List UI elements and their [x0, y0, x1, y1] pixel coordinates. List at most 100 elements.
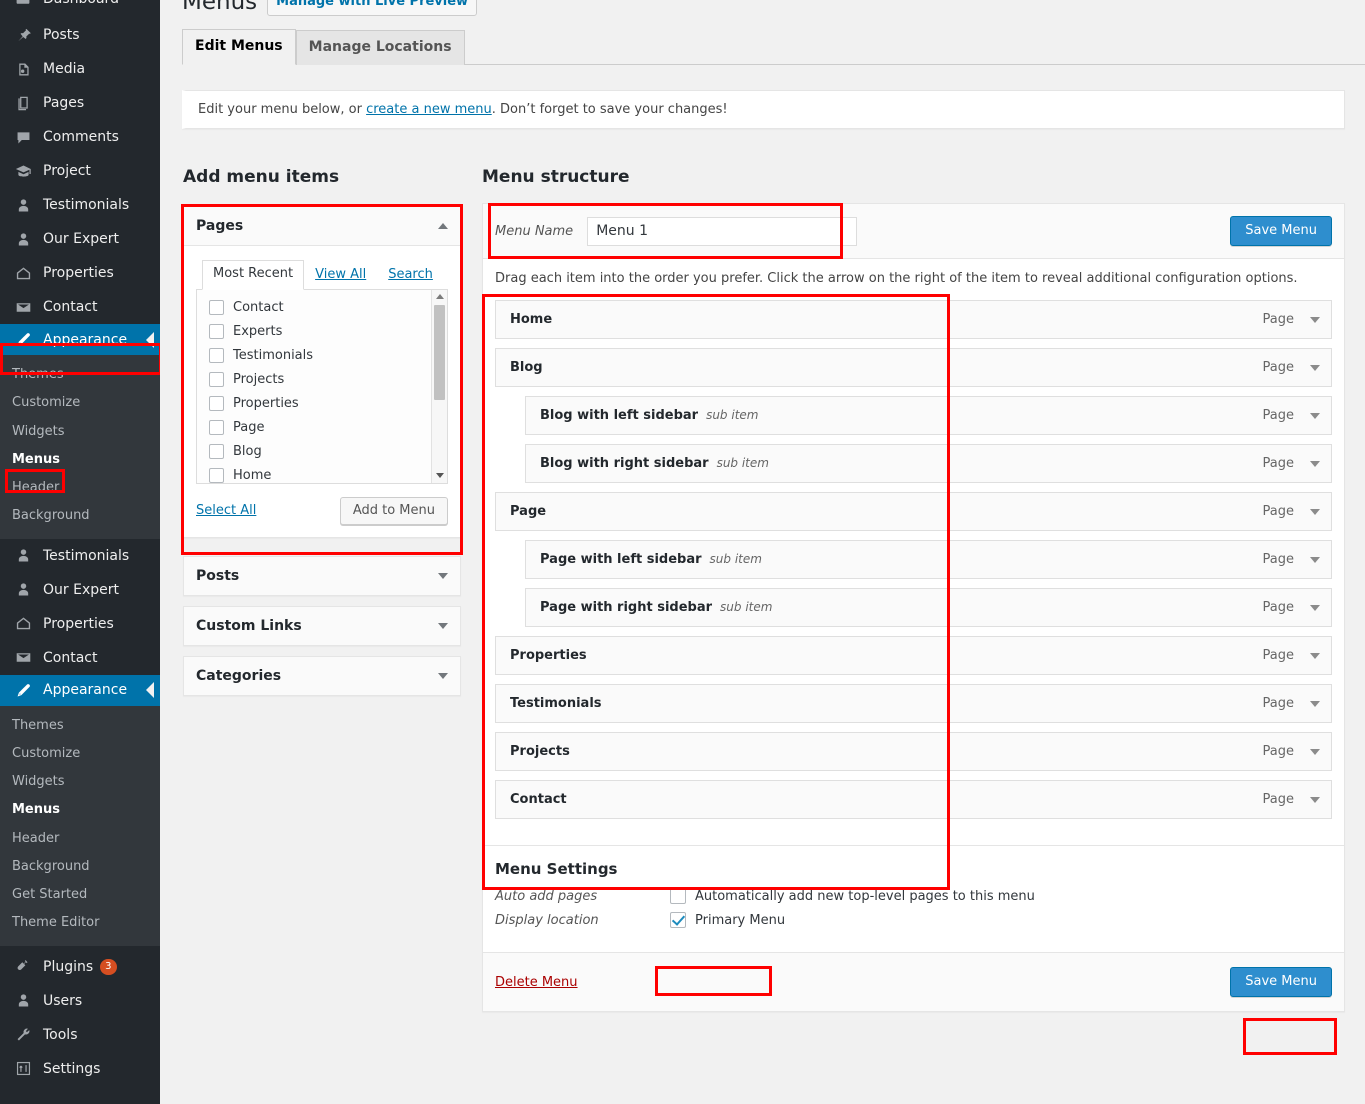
checkbox-testimonials[interactable]	[209, 348, 224, 364]
sidebar-subitem-menus[interactable]: Menus	[0, 446, 160, 474]
chevron-down-icon[interactable]	[1310, 652, 1320, 659]
posts-panel-header[interactable]: Posts	[184, 556, 460, 595]
select-all-link[interactable]: Select All	[196, 503, 256, 518]
tab-view-all[interactable]: View All	[304, 261, 377, 290]
list-item[interactable]: Home	[209, 464, 447, 483]
manage-with-live-preview-button[interactable]: Manage with Live Preview	[267, 0, 478, 16]
sidebar-item-media[interactable]: Media	[0, 52, 160, 86]
sidebar-subitem-background[interactable]: Background	[0, 502, 160, 530]
menu-item-properties[interactable]: Properties Page	[495, 636, 1332, 675]
sidebar-subitem-customize[interactable]: Customize	[0, 389, 160, 417]
sidebar-item-contact[interactable]: Contact	[0, 290, 160, 324]
auto-add-pages-control[interactable]: Automatically add new top-level pages to…	[670, 888, 1035, 904]
add-to-menu-button[interactable]: Add to Menu	[339, 496, 448, 525]
tab-edit-menus[interactable]: Edit Menus	[182, 29, 296, 65]
sidebar-item-posts[interactable]: Posts	[0, 18, 160, 52]
scrollbar-thumb[interactable]	[434, 304, 445, 400]
sidebar-item-pages[interactable]: Pages	[0, 86, 160, 120]
sidebar-item-users[interactable]: Users	[0, 984, 160, 1018]
checkbox-properties[interactable]	[209, 396, 224, 412]
sidebar-item-our-expert-2[interactable]: Our Expert	[0, 573, 160, 607]
sidebar-item-our-expert[interactable]: Our Expert	[0, 222, 160, 256]
sidebar-item-testimonials-2[interactable]: Testimonials	[0, 539, 160, 573]
create-a-new-menu-link[interactable]: create a new menu	[366, 102, 492, 117]
checkbox-auto-add-pages[interactable]	[670, 888, 686, 904]
save-menu-button-bottom[interactable]: Save Menu	[1230, 967, 1332, 997]
sidebar-subitem-background-2[interactable]: Background	[0, 853, 160, 881]
sidebar-subitem-theme-editor[interactable]: Theme Editor	[0, 909, 160, 937]
scroll-up-icon[interactable]	[432, 290, 447, 304]
sidebar-item-properties[interactable]: Properties	[0, 256, 160, 290]
menu-item-blog-with-left-sidebar[interactable]: Blog with left sidebar sub item Page	[525, 396, 1332, 435]
sidebar-item-settings[interactable]: Settings	[0, 1052, 160, 1086]
sidebar-item-comments[interactable]: Comments	[0, 120, 160, 154]
sidebar-subitem-menus-2[interactable]: Menus	[0, 796, 160, 824]
menu-item-blog[interactable]: Blog Page	[495, 348, 1332, 387]
tab-manage-locations[interactable]: Manage Locations	[295, 30, 465, 65]
chevron-down-icon[interactable]	[1310, 748, 1320, 755]
sidebar-subitem-themes[interactable]: Themes	[0, 361, 160, 389]
menu-item-blog-with-right-sidebar[interactable]: Blog with right sidebar sub item Page	[525, 444, 1332, 483]
save-menu-button-top[interactable]: Save Menu	[1230, 216, 1332, 246]
chevron-down-icon[interactable]	[1310, 700, 1320, 707]
sidebar-subitem-header[interactable]: Header	[0, 474, 160, 502]
sidebar-subitem-customize-2[interactable]: Customize	[0, 740, 160, 768]
tab-search[interactable]: Search	[377, 261, 444, 290]
menu-item-page-with-left-sidebar[interactable]: Page with left sidebar sub item Page	[525, 540, 1332, 579]
sidebar-subitem-get-started[interactable]: Get Started	[0, 881, 160, 909]
menu-name-input[interactable]	[587, 216, 858, 246]
chevron-down-icon[interactable]	[1310, 412, 1320, 419]
chevron-down-icon[interactable]	[438, 572, 448, 579]
list-item[interactable]: Properties	[209, 392, 447, 416]
sidebar-subitem-widgets-2[interactable]: Widgets	[0, 768, 160, 796]
sidebar-item-properties-2[interactable]: Properties	[0, 607, 160, 641]
menu-item-testimonials[interactable]: Testimonials Page	[495, 684, 1332, 723]
checkbox-home[interactable]	[209, 468, 224, 483]
checkbox-contact[interactable]	[209, 300, 224, 316]
categories-panel-header[interactable]: Categories	[184, 656, 460, 695]
list-item[interactable]: Contact	[209, 296, 447, 320]
chevron-down-icon[interactable]	[1310, 604, 1320, 611]
list-item[interactable]: Projects	[209, 368, 447, 392]
checkbox-projects[interactable]	[209, 372, 224, 388]
list-item[interactable]: Page	[209, 416, 447, 440]
sidebar-item-tools[interactable]: Tools	[0, 1018, 160, 1052]
chevron-down-icon[interactable]	[1310, 460, 1320, 467]
delete-menu-link[interactable]: Delete Menu	[495, 975, 578, 990]
sidebar-item-appearance-2[interactable]: Appearance	[0, 674, 160, 706]
menu-item-contact[interactable]: Contact Page	[495, 780, 1332, 819]
tab-most-recent[interactable]: Most Recent	[202, 260, 305, 290]
list-item[interactable]: Experts	[209, 320, 447, 344]
pages-checklist-scrollbar[interactable]	[431, 289, 447, 483]
chevron-down-icon[interactable]	[438, 622, 448, 629]
custom-links-panel-header[interactable]: Custom Links	[184, 606, 460, 645]
chevron-up-icon[interactable]	[438, 223, 448, 229]
menu-item-page-with-right-sidebar[interactable]: Page with right sidebar sub item Page	[525, 588, 1332, 627]
checkbox-primary-menu[interactable]	[670, 912, 686, 928]
sidebar-item-contact-2[interactable]: Contact	[0, 641, 160, 675]
chevron-down-icon[interactable]	[438, 672, 448, 679]
display-location-control[interactable]: Primary Menu	[670, 912, 785, 928]
sidebar-subitem-header-2[interactable]: Header	[0, 825, 160, 853]
menu-item-projects[interactable]: Projects Page	[495, 732, 1332, 771]
chevron-down-icon[interactable]	[1310, 796, 1320, 803]
sidebar-subitem-widgets[interactable]: Widgets	[0, 418, 160, 446]
checkbox-page[interactable]	[209, 420, 224, 436]
chevron-down-icon[interactable]	[1310, 316, 1320, 323]
pages-panel-header[interactable]: Pages	[184, 207, 460, 246]
sidebar-item-plugins[interactable]: Plugins 3	[0, 950, 160, 984]
menu-item-page[interactable]: Page Page	[495, 492, 1332, 531]
checkbox-blog[interactable]	[209, 444, 224, 460]
sidebar-item-testimonials[interactable]: Testimonials	[0, 188, 160, 222]
sidebar-subitem-themes-2[interactable]: Themes	[0, 712, 160, 740]
list-item[interactable]: Blog	[209, 440, 447, 464]
checkbox-experts[interactable]	[209, 324, 224, 340]
menu-item-home[interactable]: Home Page	[495, 300, 1332, 339]
scroll-down-icon[interactable]	[432, 469, 447, 483]
sidebar-item-appearance[interactable]: Appearance	[0, 324, 160, 355]
chevron-down-icon[interactable]	[1310, 508, 1320, 515]
sidebar-item-dashboard[interactable]: Dashboard	[0, 0, 160, 10]
chevron-down-icon[interactable]	[1310, 364, 1320, 371]
sidebar-item-project[interactable]: Project	[0, 154, 160, 188]
list-item[interactable]: Testimonials	[209, 344, 447, 368]
